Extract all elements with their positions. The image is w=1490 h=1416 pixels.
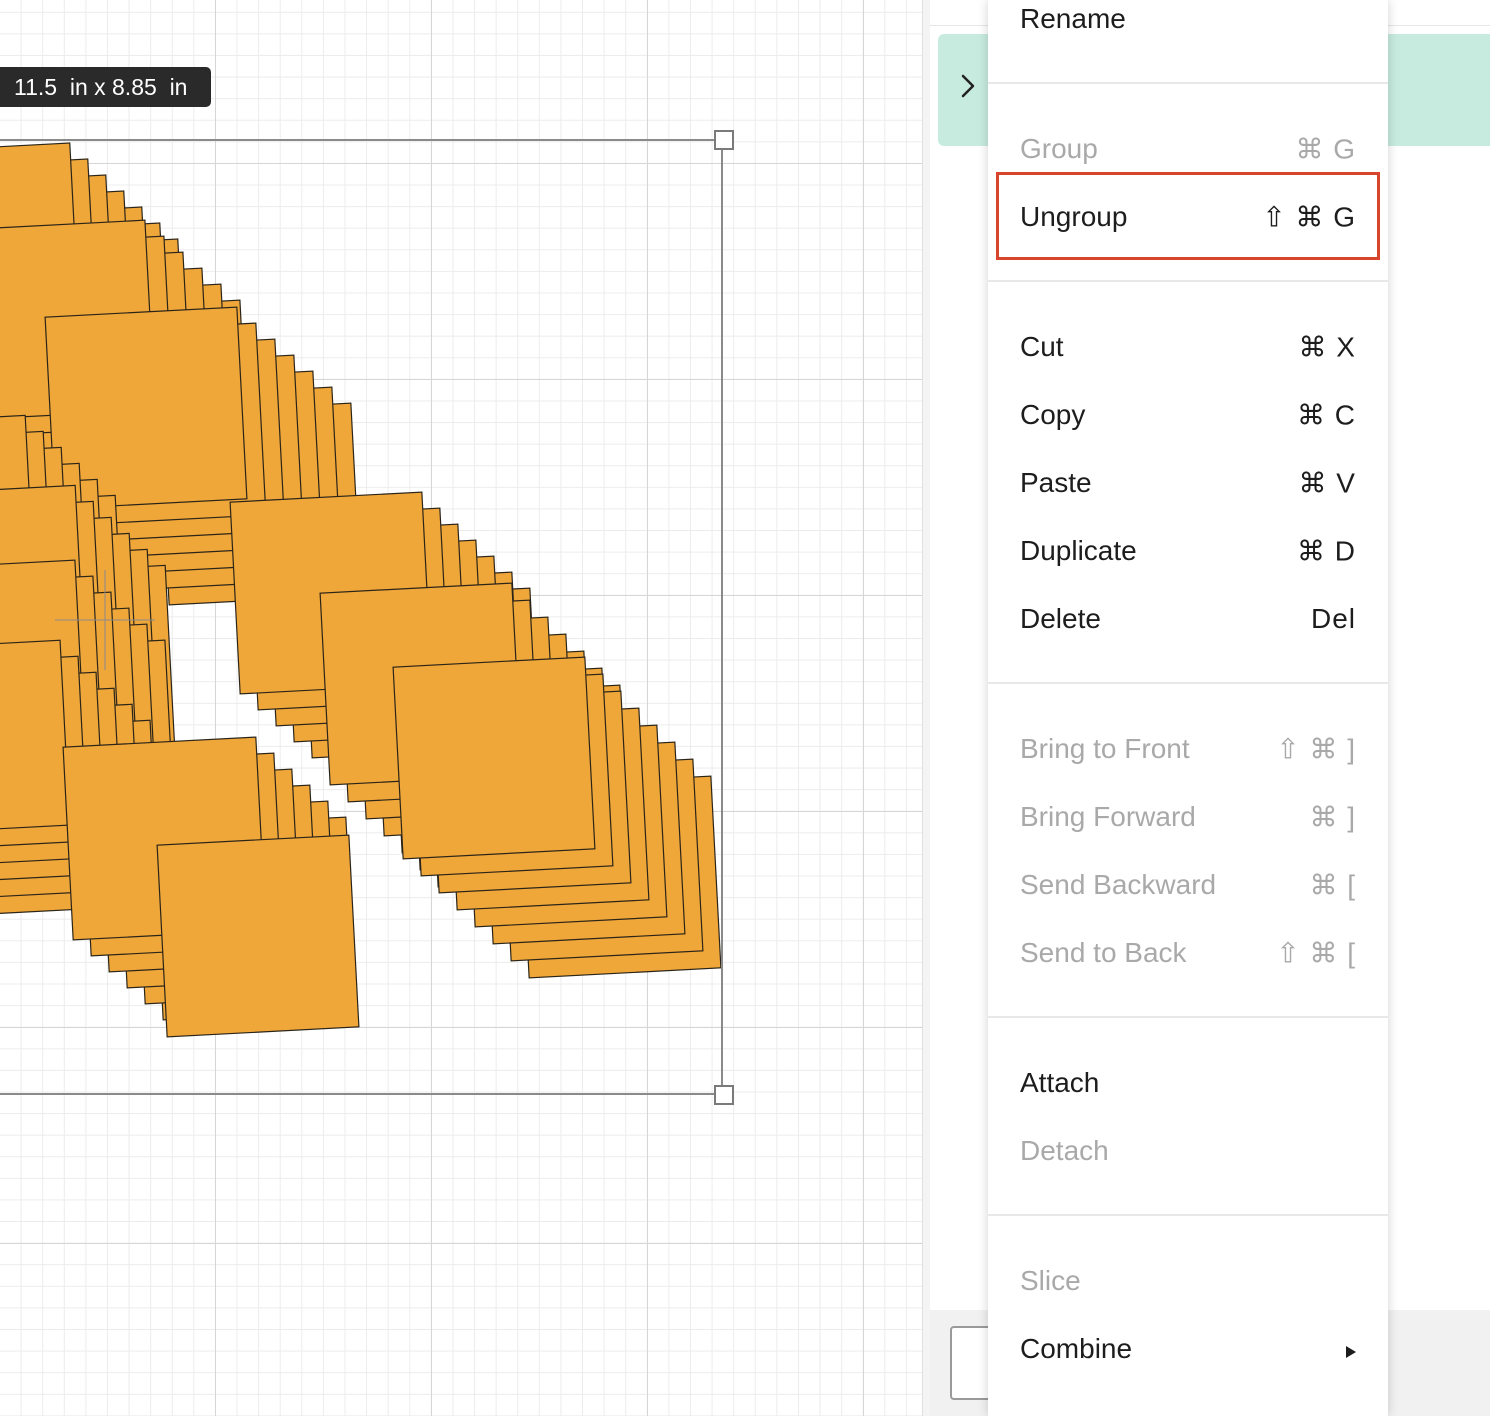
chevron-right-icon[interactable] <box>958 72 978 100</box>
menu-item-label: Bring Forward <box>1020 801 1196 832</box>
menu-item-label: Attach <box>1020 1067 1100 1098</box>
menu-item-shortcut: ⌘ X <box>1298 331 1356 363</box>
menu-item-bring-forward[interactable]: Bring Forward ⌘ ] <box>988 787 1388 847</box>
menu-separator <box>988 1214 1388 1216</box>
menu-item-detach[interactable]: Detach <box>988 1121 1388 1181</box>
menu-item-shortcut: Del <box>1310 603 1356 634</box>
menu-item-shortcut: ⌘ D <box>1297 535 1356 567</box>
menu-item-rename[interactable]: Rename <box>988 0 1388 49</box>
dimension-badge: 11.5 in x 8.85 in <box>0 67 212 107</box>
shape-square[interactable] <box>156 834 360 1038</box>
menu-item-shortcut: ⌘ C <box>1297 399 1356 431</box>
menu-item-attach[interactable]: Attach <box>988 1053 1388 1113</box>
menu-item-label: Delete <box>1020 603 1101 634</box>
menu-item-label: Rename <box>1020 3 1126 34</box>
menu-item-paste[interactable]: Paste ⌘ V <box>988 453 1388 513</box>
menu-item-send-backward[interactable]: Send Backward ⌘ [ <box>988 855 1388 915</box>
menu-separator <box>988 682 1388 684</box>
menu-item-label: Copy <box>1020 399 1086 430</box>
crosshair-icon <box>55 570 155 670</box>
shape-square[interactable] <box>392 656 596 860</box>
menu-item-shortcut: ⇧ ⌘ ] <box>1276 733 1356 765</box>
menu-item-duplicate[interactable]: Duplicate ⌘ D <box>988 521 1388 581</box>
context-menu: Rename Group ⌘ G Ungroup ⇧ ⌘ G Cut ⌘ X C… <box>988 0 1388 1416</box>
menu-item-label: Send Backward <box>1020 869 1217 900</box>
menu-item-label: Bring to Front <box>1020 733 1190 764</box>
menu-item-copy[interactable]: Copy ⌘ C <box>988 385 1388 445</box>
submenu-arrow-icon <box>1346 1333 1356 1365</box>
menu-item-cut[interactable]: Cut ⌘ X <box>988 317 1388 377</box>
menu-item-bring-to-front[interactable]: Bring to Front ⇧ ⌘ ] <box>988 719 1388 779</box>
menu-item-label: Ungroup <box>1020 201 1128 232</box>
menu-item-shortcut: ⌘ [ <box>1309 869 1356 901</box>
menu-item-label: Detach <box>1020 1135 1109 1166</box>
menu-item-label: Paste <box>1020 467 1092 498</box>
menu-item-label: Slice <box>1020 1265 1081 1296</box>
menu-item-shortcut: ⇧ ⌘ G <box>1262 201 1356 233</box>
menu-item-ungroup[interactable]: Ungroup ⇧ ⌘ G <box>988 187 1388 247</box>
menu-item-label: Group <box>1020 133 1098 164</box>
menu-separator <box>988 1016 1388 1018</box>
menu-item-shortcut: ⌘ G <box>1295 133 1356 165</box>
design-canvas[interactable]: 11.5 in x 8.85 in <box>0 0 922 1416</box>
menu-item-shortcut: ⌘ ] <box>1309 801 1356 833</box>
menu-item-slice[interactable]: Slice <box>988 1251 1388 1311</box>
menu-separator <box>988 82 1388 84</box>
menu-item-label: Combine <box>1020 1333 1133 1364</box>
menu-separator <box>988 280 1388 282</box>
menu-item-delete[interactable]: Delete Del <box>988 589 1388 649</box>
menu-item-shortcut: ⇧ ⌘ [ <box>1276 937 1356 969</box>
menu-item-group[interactable]: Group ⌘ G <box>988 119 1388 179</box>
grouped-shapes[interactable] <box>0 0 922 1416</box>
menu-item-shortcut: ⌘ V <box>1298 467 1356 499</box>
canvas-panel-divider[interactable] <box>922 0 930 1416</box>
menu-item-label: Cut <box>1020 331 1064 362</box>
menu-item-label: Duplicate <box>1020 535 1137 566</box>
menu-item-combine[interactable]: Combine <box>988 1319 1388 1379</box>
menu-item-label: Send to Back <box>1020 937 1187 968</box>
menu-item-send-to-back[interactable]: Send to Back ⇧ ⌘ [ <box>988 923 1388 983</box>
